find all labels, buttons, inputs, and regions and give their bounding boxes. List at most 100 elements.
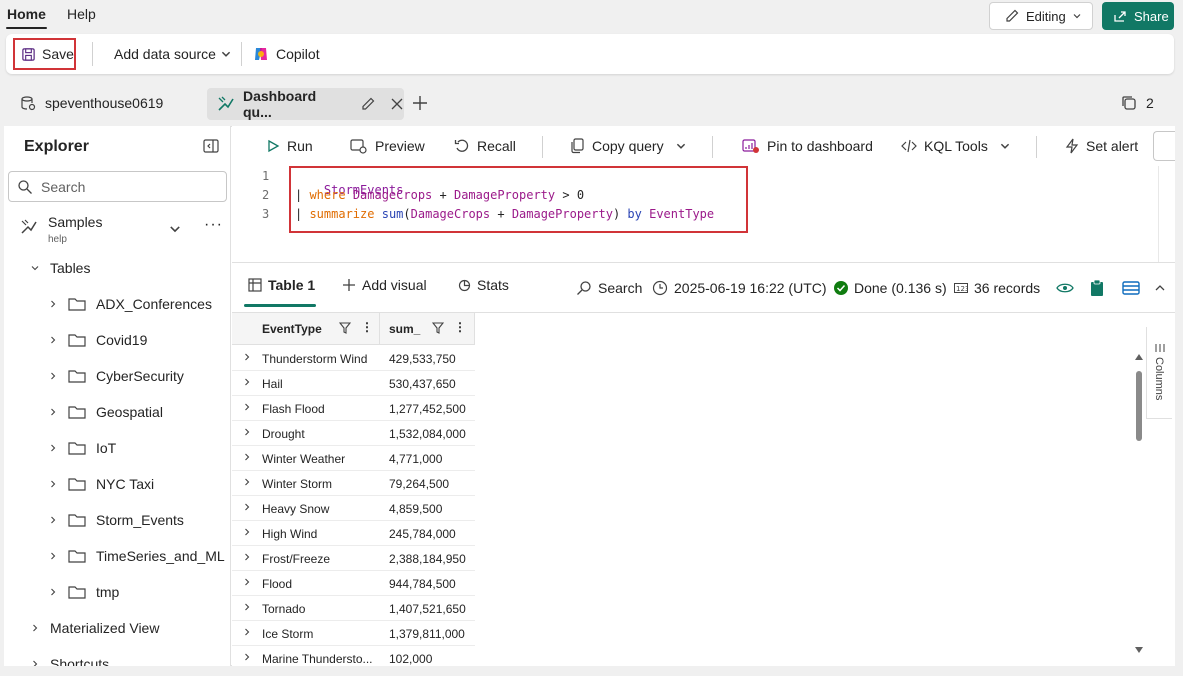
chevron-up-icon[interactable] [1154, 283, 1166, 293]
expand-row-icon[interactable] [242, 377, 252, 387]
editor-scrollbar[interactable] [1158, 166, 1172, 262]
save-button[interactable]: Save [13, 38, 76, 70]
share-label: Share [1134, 8, 1169, 24]
lightning-icon [1065, 138, 1079, 154]
column-menu-icon[interactable]: ⋮ [361, 320, 373, 334]
table-folder-item[interactable]: IoT [48, 440, 116, 456]
expand-row-icon[interactable] [242, 452, 252, 462]
column-header-eventtype[interactable]: EventType [262, 322, 322, 336]
column-header-sum[interactable]: sum_ [389, 322, 420, 336]
table-row[interactable]: Marine Thundersto... 102,000 [232, 646, 475, 666]
preview-button[interactable]: Preview [350, 138, 425, 154]
rename-pencil-icon[interactable] [360, 96, 376, 112]
open-items-counter[interactable]: 2 [1120, 94, 1154, 112]
materialized-view-folder[interactable]: Materialized View [30, 620, 159, 636]
column-divider[interactable] [379, 313, 380, 345]
expand-row-icon[interactable] [242, 477, 252, 487]
table-row[interactable]: Frost/Freeze 2,388,184,950 [232, 546, 475, 571]
table-row[interactable]: Flood 944,784,500 [232, 571, 475, 596]
table-folder-item[interactable]: TimeSeries_and_ML [48, 548, 225, 564]
overflow-button[interactable] [1153, 131, 1175, 161]
filter-icon[interactable] [432, 322, 444, 334]
line-number: 3 [262, 207, 270, 221]
kql-editor[interactable]: 1 2 3 StormEvents | where DamageCrops + … [232, 166, 1175, 262]
editing-mode-button[interactable]: Editing [989, 2, 1093, 30]
columns-side-panel-toggle[interactable]: Columns [1146, 327, 1172, 419]
chevron-right-icon [48, 551, 58, 561]
column-menu-icon[interactable]: ⋮ [454, 320, 466, 334]
table-folder-item[interactable]: Covid19 [48, 332, 147, 348]
add-visual-button[interactable]: Add visual [342, 277, 427, 293]
table-folder-item[interactable]: NYC Taxi [48, 476, 154, 492]
expand-row-icon[interactable] [242, 402, 252, 412]
tables-folder[interactable]: Tables [30, 260, 90, 276]
expand-row-icon[interactable] [242, 527, 252, 537]
share-button[interactable]: Share [1102, 2, 1174, 30]
table-folder-item[interactable]: CyberSecurity [48, 368, 184, 384]
clipboard-icon[interactable] [1090, 279, 1104, 297]
eye-icon[interactable] [1056, 281, 1074, 295]
add-data-source-button[interactable]: Add data source [114, 46, 232, 62]
expand-row-icon[interactable] [242, 577, 252, 587]
stats-tab[interactable]: Stats [458, 277, 509, 293]
layout-icon[interactable] [1122, 281, 1140, 295]
expand-row-icon[interactable] [242, 552, 252, 562]
table-row[interactable]: Hail 530,437,650 [232, 371, 475, 396]
table-row[interactable]: High Wind 245,784,000 [232, 521, 475, 546]
copilot-button[interactable]: Copilot [252, 45, 320, 63]
table-row[interactable]: Winter Weather 4,771,000 [232, 446, 475, 471]
expand-row-icon[interactable] [242, 627, 252, 637]
recall-button[interactable]: Recall [454, 138, 516, 154]
table-row[interactable]: Ice Storm 1,379,811,000 [232, 621, 475, 646]
table-row[interactable]: Winter Storm 79,264,500 [232, 471, 475, 496]
recall-label: Recall [477, 138, 516, 154]
run-button[interactable]: Run [266, 138, 313, 154]
cell-eventtype: High Wind [262, 527, 318, 541]
pin-to-dashboard-button[interactable]: Pin to dashboard [742, 138, 873, 154]
kql-tools-button[interactable]: KQL Tools [901, 138, 1011, 154]
tables-label: Tables [50, 260, 91, 276]
chevron-down-icon [1072, 11, 1082, 21]
table-folder-item[interactable]: Geospatial [48, 404, 163, 420]
table-row[interactable]: Drought 1,532,084,000 [232, 421, 475, 446]
copy-query-button[interactable]: Copy query [571, 138, 687, 154]
new-tab-plus-icon[interactable] [410, 93, 430, 113]
menu-tab-help[interactable]: Help [67, 6, 96, 22]
preview-label: Preview [375, 138, 425, 154]
queryset-icon [217, 95, 235, 113]
expand-row-icon[interactable] [242, 502, 252, 512]
vertical-scrollbar-thumb[interactable] [1136, 371, 1142, 441]
table-row[interactable]: Heavy Snow 4,859,500 [232, 496, 475, 521]
expand-row-icon[interactable] [242, 427, 252, 437]
database-tab[interactable]: speventhouse0619 [20, 95, 163, 111]
chevron-down-icon[interactable] [168, 222, 182, 236]
search-placeholder: Search [41, 178, 86, 195]
dashboard-queryset-tab[interactable]: Dashboard qu... [207, 88, 404, 120]
menu-tab-home[interactable]: Home [7, 6, 46, 22]
folder-icon [68, 404, 86, 420]
expand-row-icon[interactable] [242, 602, 252, 612]
table-folder-item[interactable]: tmp [48, 584, 119, 600]
table-row[interactable]: Thunderstorm Wind 429,533,750 [232, 346, 475, 371]
table-folder-item[interactable]: Storm_Events [48, 512, 184, 528]
table-1-tab[interactable]: Table 1 [248, 277, 315, 293]
scroll-down-arrow[interactable] [1134, 646, 1144, 654]
ribbon-divider [241, 42, 242, 66]
table-folder-item[interactable]: ADX_Conferences [48, 296, 212, 312]
scroll-up-arrow[interactable] [1134, 353, 1144, 361]
expand-row-icon[interactable] [242, 352, 252, 362]
table-row[interactable]: Flash Flood 1,277,452,500 [232, 396, 475, 421]
chevron-down-icon [220, 48, 232, 60]
table-row[interactable]: Tornado 1,407,521,650 [232, 596, 475, 621]
results-search-button[interactable]: Search [576, 280, 642, 296]
explorer-search-input[interactable]: Search [8, 171, 227, 202]
close-tab-icon[interactable] [390, 97, 404, 111]
more-options-icon[interactable]: ··· [204, 216, 223, 234]
filter-icon[interactable] [339, 322, 351, 334]
collapse-pane-icon[interactable] [203, 139, 219, 153]
set-alert-button[interactable]: Set alert [1065, 138, 1138, 154]
expand-row-icon[interactable] [242, 652, 252, 662]
samples-database-item[interactable]: Samples help ··· [18, 212, 228, 248]
shortcuts-folder[interactable]: Shortcuts [30, 656, 109, 666]
samples-label: Samples [48, 214, 103, 230]
